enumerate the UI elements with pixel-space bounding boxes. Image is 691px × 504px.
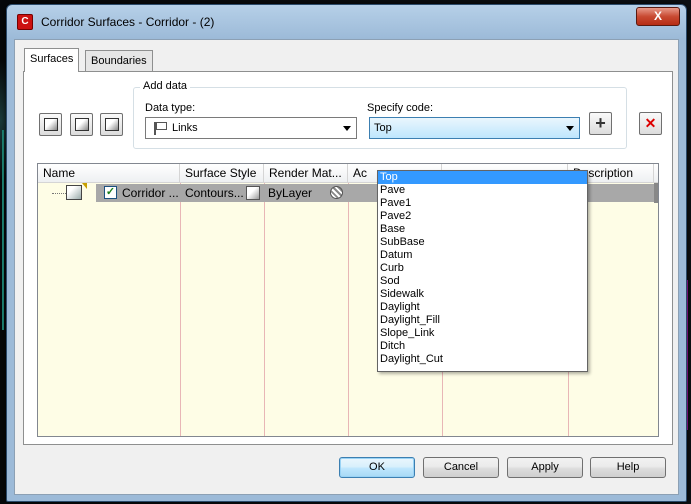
code-option-slope-link[interactable]: Slope_Link — [378, 327, 587, 340]
column-divider — [180, 183, 181, 436]
dialog-window: C Corridor Surfaces - Corridor - (2) X S… — [6, 4, 687, 502]
column-header-name[interactable]: Name — [38, 164, 180, 183]
tab-surfaces[interactable]: Surfaces — [24, 48, 80, 72]
cad-line — [2, 130, 4, 330]
add-button[interactable]: + — [589, 112, 612, 135]
specify-code-dropdown-list: Top Pave Pave1 Pave2 Base SubBase Datum … — [377, 170, 588, 372]
flag-icon — [154, 122, 167, 135]
create-surface-icon — [44, 118, 58, 131]
column-header-render-material[interactable]: Render Mat... — [264, 164, 348, 183]
code-option-ditch[interactable]: Ditch — [378, 340, 587, 353]
code-option-top[interactable]: Top — [378, 171, 587, 184]
pick-surface-button[interactable] — [100, 113, 123, 136]
column-divider — [264, 183, 265, 436]
close-button[interactable]: X — [636, 7, 680, 26]
code-option-sidewalk[interactable]: Sidewalk — [378, 288, 587, 301]
code-option-curb[interactable]: Curb — [378, 262, 587, 275]
data-type-value: Links — [172, 122, 198, 134]
render-material[interactable]: ByLayer — [268, 186, 328, 200]
code-option-datum[interactable]: Datum — [378, 249, 587, 262]
create-surface-from-links-button[interactable] — [70, 113, 93, 136]
grid-scrollbar[interactable] — [654, 183, 658, 203]
help-button[interactable]: Help — [590, 457, 666, 478]
window-title: Corridor Surfaces - Corridor - (2) — [41, 15, 215, 29]
create-surface-from-links-icon — [75, 118, 89, 131]
chevron-down-icon — [343, 126, 351, 131]
code-option-sod[interactable]: Sod — [378, 275, 587, 288]
title-bar[interactable]: C Corridor Surfaces - Corridor - (2) X — [7, 5, 686, 39]
code-option-daylight[interactable]: Daylight — [378, 301, 587, 314]
chevron-down-icon — [566, 126, 574, 131]
code-option-pave1[interactable]: Pave1 — [378, 197, 587, 210]
specify-code-select[interactable]: Top — [369, 117, 580, 139]
code-option-subbase[interactable]: SubBase — [378, 236, 587, 249]
style-picker-icon[interactable] — [246, 186, 260, 200]
column-divider — [348, 183, 349, 436]
specify-code-label: Specify code: — [367, 102, 434, 114]
dialog-client: Surfaces Boundaries Add data Data type: … — [14, 39, 679, 495]
apply-button[interactable]: Apply — [507, 457, 583, 478]
data-type-select[interactable]: Links — [145, 117, 357, 139]
delete-button[interactable]: ✕ — [639, 112, 662, 135]
data-type-label: Data type: — [145, 102, 196, 114]
code-option-pave2[interactable]: Pave2 — [378, 210, 587, 223]
surface-name[interactable]: Corridor ... — [122, 186, 178, 200]
code-option-daylight-fill[interactable]: Daylight_Fill — [378, 314, 587, 327]
column-header-surface-style[interactable]: Surface Style — [180, 164, 264, 183]
code-option-base[interactable]: Base — [378, 223, 587, 236]
surface-icon — [66, 185, 82, 200]
cancel-button[interactable]: Cancel — [423, 457, 499, 478]
material-picker-icon[interactable] — [330, 186, 343, 199]
code-option-daylight-cut[interactable]: Daylight_Cut — [378, 353, 587, 366]
ok-button[interactable]: OK — [339, 457, 415, 478]
tree-connector — [52, 193, 66, 194]
code-option-pave[interactable]: Pave — [378, 184, 587, 197]
surface-tag-icon — [82, 183, 87, 189]
tab-boundaries[interactable]: Boundaries — [85, 50, 153, 71]
app-icon: C — [17, 14, 33, 30]
create-surface-button[interactable] — [39, 113, 62, 136]
pick-surface-icon — [105, 118, 119, 131]
surface-checkbox[interactable]: ✓ — [104, 186, 117, 199]
surface-style[interactable]: Contours... — [185, 186, 243, 200]
specify-code-value: Top — [374, 122, 392, 134]
add-data-legend: Add data — [140, 80, 191, 92]
